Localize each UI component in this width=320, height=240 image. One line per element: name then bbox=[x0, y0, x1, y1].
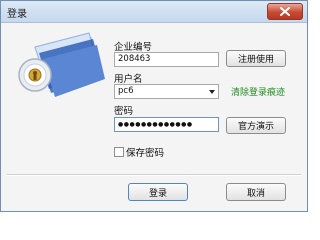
company-id-field[interactable]: 208463 bbox=[114, 52, 219, 67]
username-select[interactable]: pc6 bbox=[114, 84, 219, 99]
password-field[interactable]: ●●●●●●●●●●●●● bbox=[114, 117, 219, 132]
title-bar: 登录 bbox=[1, 1, 307, 23]
username-value: pc6 bbox=[118, 86, 134, 96]
close-icon bbox=[280, 7, 290, 16]
register-button[interactable]: 注册使用 bbox=[226, 50, 286, 67]
cancel-button[interactable]: 取消 bbox=[226, 183, 286, 201]
save-password-label: 保存密码 bbox=[126, 148, 165, 159]
password-label: 密码 bbox=[114, 106, 134, 117]
username-label: 用户名 bbox=[114, 74, 143, 85]
clear-login-history-link[interactable]: 清除登录痕迹 bbox=[231, 85, 285, 98]
separator bbox=[7, 174, 301, 176]
login-button[interactable]: 登录 bbox=[128, 183, 188, 201]
save-password-checkbox[interactable] bbox=[114, 147, 124, 157]
window-title: 登录 bbox=[7, 9, 27, 20]
key-lock-folder-icon bbox=[18, 32, 105, 97]
official-demo-button[interactable]: 官方演示 bbox=[226, 117, 286, 134]
company-id-label: 企业编号 bbox=[114, 42, 153, 53]
close-button[interactable] bbox=[267, 3, 303, 20]
login-dialog: 登录 企业编号 208463 注册使用 用户名 pc6 清除登录痕迹 密码 ●●… bbox=[0, 0, 308, 212]
chevron-down-icon[interactable] bbox=[209, 90, 215, 94]
